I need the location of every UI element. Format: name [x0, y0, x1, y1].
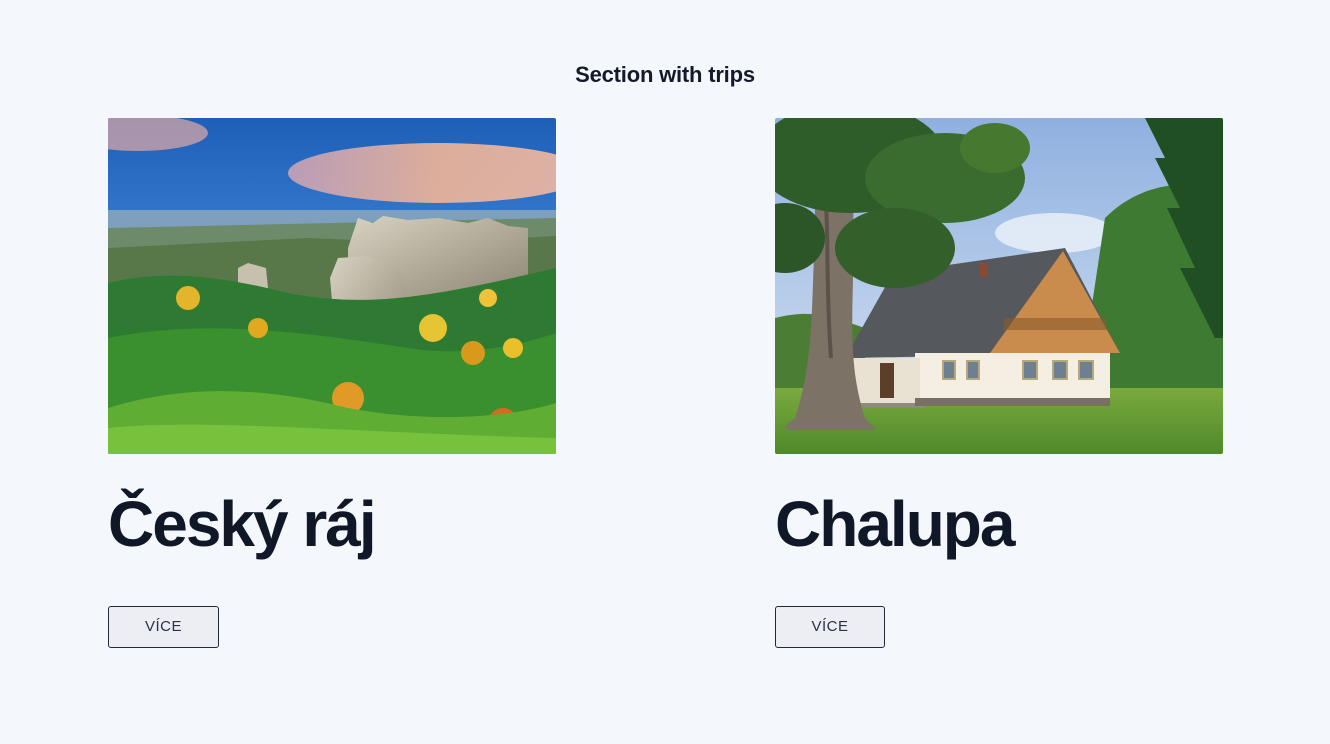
trip-title: Český ráj — [108, 488, 377, 560]
trip-card-chalupa: Chalupa VÍCE — [775, 118, 1223, 648]
trip-card-cesky-raj: Český ráj VÍCE — [108, 118, 556, 648]
more-button[interactable]: VÍCE — [775, 606, 885, 648]
section-title: Section with trips — [575, 62, 755, 87]
trip-image-cesky-raj — [108, 118, 556, 454]
trip-title: Chalupa — [775, 488, 1015, 560]
trip-image-chalupa — [775, 118, 1223, 454]
more-button[interactable]: VÍCE — [108, 606, 219, 648]
